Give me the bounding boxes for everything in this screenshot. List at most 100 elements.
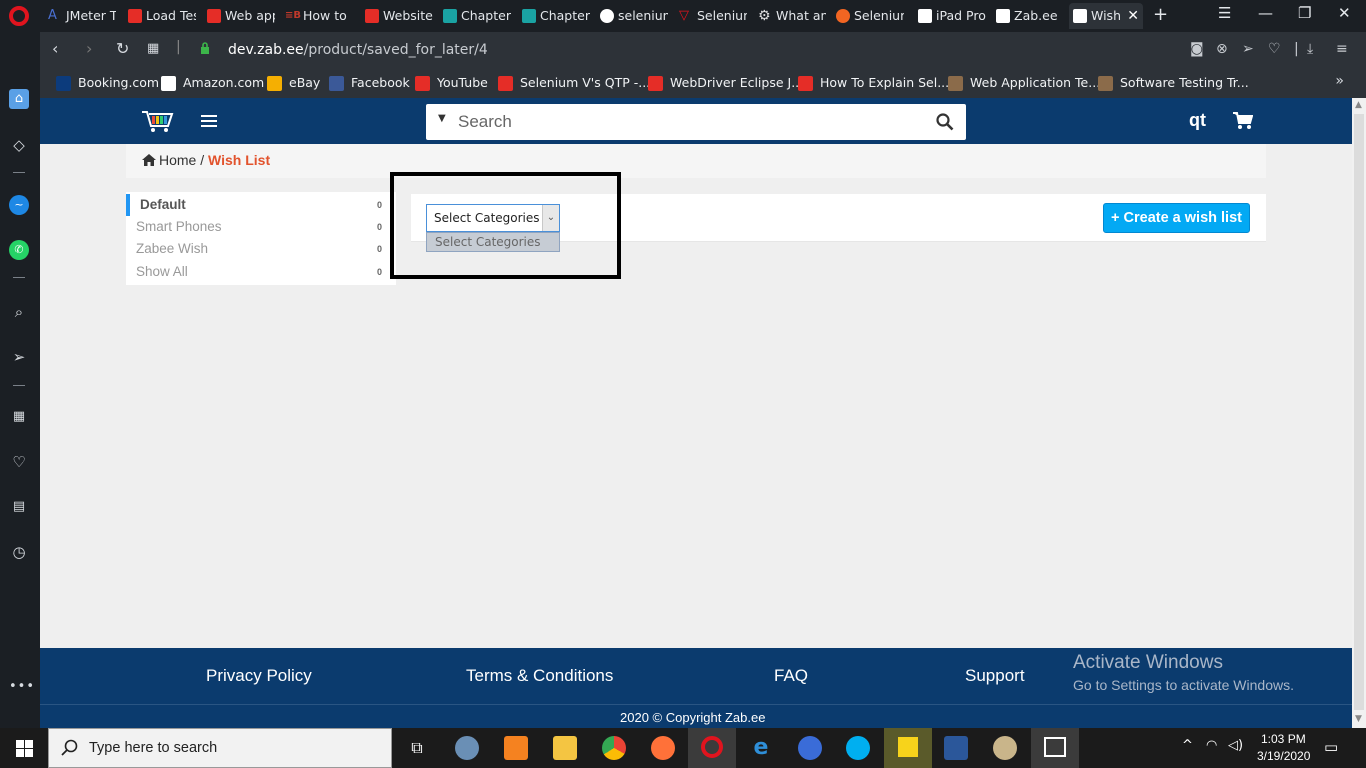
opera-taskbar-icon[interactable]	[688, 728, 736, 768]
bookmark[interactable]: Booking.com	[56, 75, 159, 93]
edge-icon[interactable]: e	[749, 736, 773, 760]
restore-icon[interactable]: ❐	[1298, 4, 1311, 22]
new-tab-plus-icon[interactable]: +	[1153, 4, 1168, 25]
paint-icon[interactable]	[993, 736, 1017, 760]
news-icon[interactable]: ▤	[9, 497, 29, 517]
heart-icon[interactable]: ♡	[9, 452, 29, 472]
app-icon[interactable]	[798, 736, 822, 760]
bookmark[interactable]: Web Application Te...	[948, 75, 1100, 93]
footer-link-faq[interactable]: FAQ	[774, 666, 808, 686]
minimize-icon[interactable]: —	[1258, 4, 1273, 22]
tab[interactable]: selenium	[596, 3, 668, 29]
whatsapp-icon[interactable]: ✆	[9, 240, 29, 260]
url-field[interactable]: dev.zab.ee/product/saved_for_later/4	[228, 42, 488, 58]
send-icon[interactable]: ➢	[9, 347, 29, 367]
facebook-icon	[329, 76, 344, 91]
app-icon[interactable]	[455, 736, 479, 760]
search-icon[interactable]: ⌕	[9, 302, 29, 322]
forward-icon[interactable]: ›	[86, 39, 92, 58]
photos-icon[interactable]	[1031, 728, 1079, 768]
taskbar-search-box[interactable]: Type here to search	[48, 728, 392, 768]
close-tab-icon[interactable]: ✕	[1127, 3, 1139, 29]
search-input[interactable]	[458, 108, 918, 136]
tray-chevron-up-icon[interactable]: ^	[1182, 738, 1193, 753]
footer-link-support[interactable]: Support	[965, 666, 1025, 686]
opera-logo-icon[interactable]	[9, 6, 29, 26]
wishlist-item-show-all[interactable]: Show All 0	[126, 261, 388, 283]
task-view-icon[interactable]: ⧉	[405, 736, 429, 760]
zabee-logo[interactable]	[140, 106, 174, 136]
tab[interactable]: ≡B How to	[281, 3, 353, 29]
tab[interactable]: ⚙ What an	[754, 3, 826, 29]
grid-icon[interactable]: ▦	[9, 407, 29, 427]
site-header: ▼ qt	[40, 98, 1352, 144]
speed-dial-grid-icon[interactable]: ▦	[147, 41, 159, 56]
more-icon[interactable]: •••	[9, 677, 34, 697]
heart-icon[interactable]: ♡	[1268, 41, 1281, 57]
bookmark[interactable]: How To Explain Sel...	[798, 75, 949, 93]
skype-icon[interactable]	[846, 736, 870, 760]
volume-icon[interactable]: ◁)	[1228, 738, 1243, 753]
bookmark[interactable]: YouTube	[415, 75, 488, 93]
chrome-icon[interactable]	[602, 736, 626, 760]
footer-link-privacy[interactable]: Privacy Policy	[206, 666, 312, 686]
file-explorer-icon[interactable]	[553, 736, 577, 760]
diamond-icon[interactable]: ◇	[9, 135, 29, 155]
hamburger-menu-icon[interactable]	[201, 115, 217, 129]
camera-icon[interactable]: ◙	[1190, 41, 1204, 57]
search-icon[interactable]	[936, 113, 954, 131]
cart-icon[interactable]	[1233, 112, 1253, 130]
clock-time[interactable]: 1:03 PM	[1261, 732, 1306, 746]
bookmark[interactable]: WebDriver Eclipse J...	[648, 75, 803, 93]
back-icon[interactable]: ‹	[52, 39, 58, 58]
bookmark[interactable]: Amazon.com	[161, 75, 264, 93]
adblock-icon[interactable]: ⊗	[1216, 41, 1228, 57]
notifications-icon[interactable]: ▭	[1324, 738, 1338, 756]
search-category-caret-icon[interactable]: ▼	[438, 113, 446, 124]
download-icon[interactable]: ⤓	[1307, 41, 1313, 57]
close-window-icon[interactable]: ✕	[1338, 4, 1351, 22]
reload-icon[interactable]: ↻	[116, 39, 129, 58]
zabee-icon	[996, 9, 1010, 23]
user-account[interactable]: qt	[1189, 110, 1206, 131]
bookmark[interactable]: eBay	[267, 75, 320, 93]
tab[interactable]: Load Tes	[124, 3, 196, 29]
scroll-down-icon[interactable]: ▼	[1355, 714, 1362, 724]
tab[interactable]: ▽Selenium	[675, 3, 747, 29]
footer-link-terms[interactable]: Terms & Conditions	[466, 666, 613, 686]
flow-send-icon[interactable]: ➢	[1242, 41, 1254, 57]
box-icon	[948, 76, 963, 91]
tab-active[interactable]: Wish ✕	[1069, 3, 1143, 29]
tab-menu-icon[interactable]: ☰	[1218, 4, 1231, 22]
scroll-up-icon[interactable]: ▲	[1355, 100, 1362, 110]
create-wish-list-button[interactable]: + Create a wish list	[1103, 203, 1250, 233]
bookmark[interactable]: Facebook	[329, 75, 410, 93]
network-icon[interactable]: ◠	[1206, 738, 1217, 753]
breadcrumb-home[interactable]: Home	[159, 152, 196, 168]
firefox-icon[interactable]	[651, 736, 675, 760]
tab[interactable]: Chapter	[518, 3, 590, 29]
wishlist-item-smart-phones[interactable]: Smart Phones 0	[126, 216, 388, 238]
sticky-notes-icon[interactable]	[884, 728, 932, 768]
bookmarks-more-icon[interactable]: »	[1335, 73, 1344, 89]
tab[interactable]: iPad Pro	[914, 3, 986, 29]
xampp-icon[interactable]	[504, 736, 528, 760]
windows-start-icon[interactable]	[16, 740, 33, 757]
home-speed-dial-icon[interactable]: ⌂	[9, 89, 29, 109]
wishlist-item-zabee-wish[interactable]: Zabee Wish 0	[126, 238, 388, 260]
clock-date[interactable]: 3/19/2020	[1257, 749, 1310, 763]
bookmark[interactable]: Software Testing Tr...	[1098, 75, 1249, 93]
wishlist-item-default[interactable]: Default 0	[126, 194, 388, 216]
tab[interactable]: A JMeter T	[44, 3, 116, 29]
messenger-icon[interactable]: ~	[9, 195, 29, 215]
tab[interactable]: Zab.ee	[992, 3, 1064, 29]
scrollbar-thumb[interactable]	[1354, 114, 1364, 710]
tab[interactable]: Chapter	[439, 3, 511, 29]
history-clock-icon[interactable]: ◷	[9, 542, 29, 562]
bookmark[interactable]: Selenium V's QTP -...	[498, 75, 650, 93]
tab[interactable]: Website	[361, 3, 433, 29]
word-icon[interactable]	[944, 736, 968, 760]
tab[interactable]: Selenium	[832, 3, 904, 29]
menu-icon[interactable]: ≡	[1336, 41, 1348, 57]
tab[interactable]: Web app	[203, 3, 275, 29]
